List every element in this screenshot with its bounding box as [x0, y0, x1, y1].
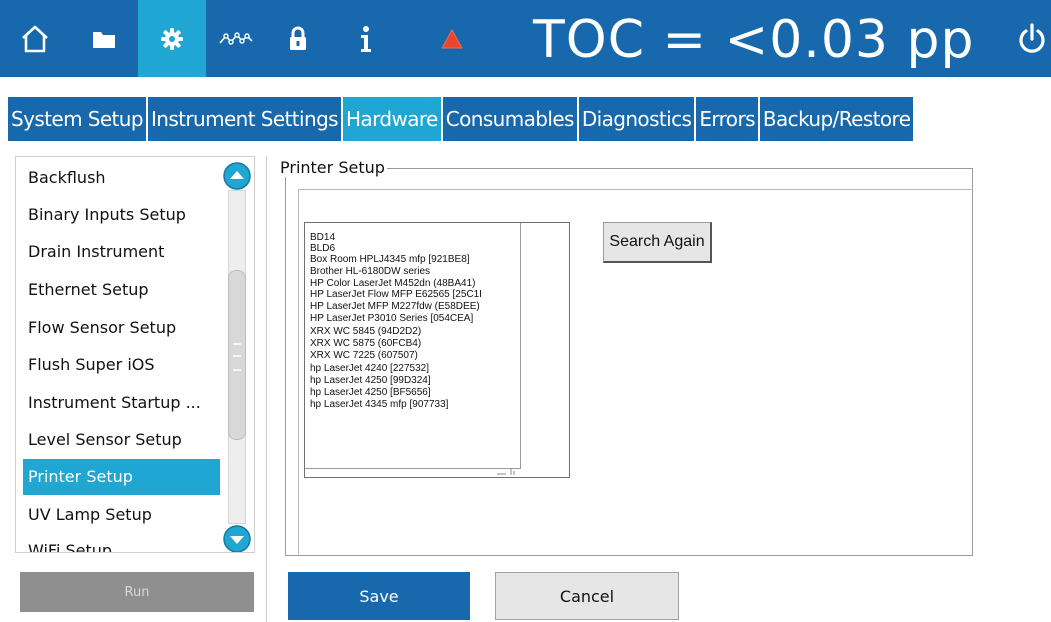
alert-button[interactable]: [402, 0, 502, 77]
tab-hardware[interactable]: Hardware: [342, 97, 443, 141]
scroll-up-button[interactable]: [221, 161, 253, 191]
printer-listbox[interactable]: BD14 BLD6 Box Room HPLJ4345 mfp [921BE8]…: [304, 222, 570, 478]
scrollbar-thumb[interactable]: [228, 270, 246, 440]
tab-system-setup[interactable]: System Setup: [8, 97, 148, 141]
sidebar-item-flush-super-ios[interactable]: Flush Super iOS: [23, 347, 220, 383]
top-bar: TOC = <0.03 pp: [0, 0, 1051, 77]
sidebar-item-backflush[interactable]: Backflush: [23, 160, 220, 196]
save-button[interactable]: Save: [288, 572, 470, 620]
chevron-down-icon: [223, 525, 251, 552]
alert-icon: [441, 28, 463, 48]
list-item[interactable]: hp LaserJet 4345 mfp [907733]: [310, 399, 448, 410]
printer-setup-title: Printer Setup: [278, 158, 387, 177]
tab-instrument-settings[interactable]: Instrument Settings: [147, 97, 343, 141]
list-item[interactable]: BD14: [310, 232, 335, 243]
sidebar-item-wifi-setup[interactable]: WiFi Setup: [23, 533, 220, 552]
lock-button[interactable]: [266, 0, 330, 77]
folder-button[interactable]: [70, 0, 138, 77]
sidebar-item-printer-setup[interactable]: Printer Setup: [23, 459, 220, 495]
settings-button[interactable]: [138, 0, 206, 77]
sidebar-item-level-sensor-setup[interactable]: Level Sensor Setup: [23, 422, 220, 458]
folder-icon: [93, 31, 115, 48]
list-item[interactable]: hp LaserJet 4250 [BF5656]: [310, 387, 431, 398]
list-item[interactable]: XRX WC 5845 (94D2D2): [310, 326, 421, 337]
tab-backup-restore[interactable]: Backup/Restore: [759, 97, 916, 141]
trend-icon: [219, 31, 253, 45]
cancel-button[interactable]: Cancel: [495, 572, 679, 620]
sidebar-item-drain-instrument[interactable]: Drain Instrument: [23, 234, 220, 270]
list-item[interactable]: HP LaserJet Flow MFP E62565 [25C1I: [310, 289, 482, 300]
list-item[interactable]: HP LaserJet MFP M227fdw (E58DEE): [310, 301, 480, 312]
list-item[interactable]: XRX WC 7225 (607507): [310, 350, 418, 361]
info-button[interactable]: [330, 0, 402, 77]
list-item[interactable]: hp LaserJet 4250 [99D324]: [310, 375, 431, 386]
list-item[interactable]: hp LaserJet 4240 [227532]: [310, 363, 429, 374]
sidebar-item-ethernet-setup[interactable]: Ethernet Setup: [23, 272, 220, 308]
list-item[interactable]: HP Color LaserJet M452dn (48BA41): [310, 278, 475, 289]
home-button[interactable]: [0, 0, 70, 77]
settings-tab-bar: System Setup Instrument Settings Hardwar…: [8, 97, 916, 141]
home-icon: [22, 25, 48, 52]
resize-grip-icon[interactable]: [497, 466, 519, 476]
list-item[interactable]: Brother HL-6180DW series: [310, 266, 430, 277]
sidebar-item-flow-sensor-setup[interactable]: Flow Sensor Setup: [23, 310, 220, 346]
lock-icon: [290, 26, 306, 50]
hardware-menu-list: Backflush Binary Inputs Setup Drain Inst…: [15, 156, 255, 553]
list-item[interactable]: XRX WC 5875 (60FCB4): [310, 338, 421, 349]
sidebar-item-uv-lamp-setup[interactable]: UV Lamp Setup: [23, 497, 220, 533]
run-button[interactable]: Run: [20, 572, 254, 612]
info-icon: [361, 25, 371, 52]
sidebar-item-instrument-startup[interactable]: Instrument Startup ...: [23, 385, 220, 421]
tab-errors[interactable]: Errors: [696, 97, 760, 141]
gear-icon: [161, 27, 183, 50]
tab-diagnostics[interactable]: Diagnostics: [578, 97, 697, 141]
list-scrollbar[interactable]: [220, 160, 253, 552]
trend-button[interactable]: [206, 0, 266, 77]
tab-consumables[interactable]: Consumables: [442, 97, 579, 141]
printer-listbox-viewport: BD14 BLD6 Box Room HPLJ4345 mfp [921BE8]…: [305, 223, 521, 469]
panel-divider: [266, 156, 267, 622]
list-item[interactable]: Box Room HPLJ4345 mfp [921BE8]: [310, 254, 470, 265]
list-item[interactable]: HP LaserJet P3010 Series [054CEA]: [310, 313, 473, 324]
scroll-down-button[interactable]: [221, 524, 253, 552]
grip-icon: [233, 343, 241, 371]
toc-status-readout: TOC = <0.03 pp: [533, 10, 975, 70]
chevron-up-icon: [223, 162, 251, 190]
sidebar-item-binary-inputs-setup[interactable]: Binary Inputs Setup: [23, 197, 220, 233]
power-icon[interactable]: [1012, 20, 1051, 60]
search-again-button[interactable]: Search Again: [603, 222, 712, 263]
list-item[interactable]: BLD6: [310, 243, 335, 254]
